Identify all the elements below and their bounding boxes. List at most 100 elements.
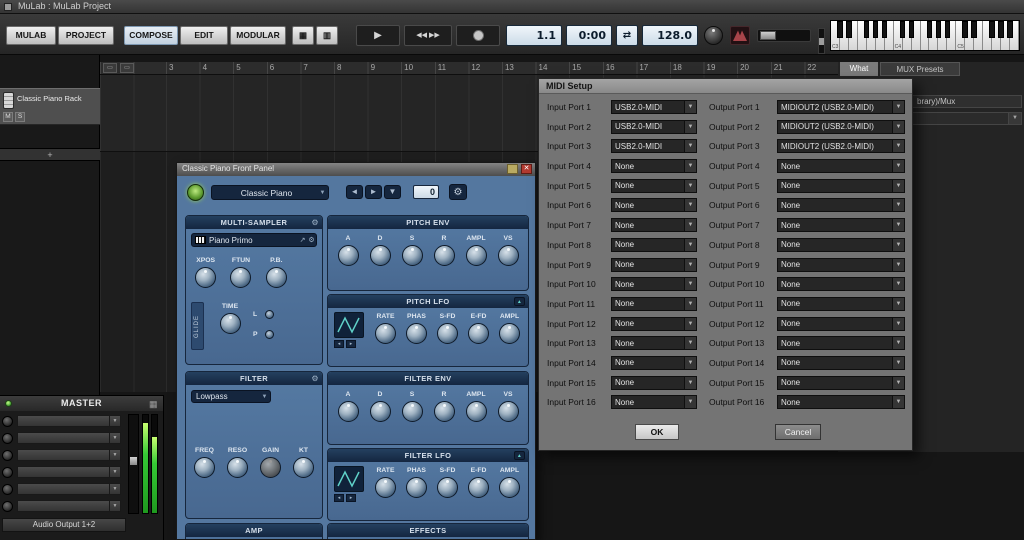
piano-black-key[interactable] — [935, 21, 942, 38]
input-port-select[interactable]: None ▼ — [611, 336, 697, 351]
output-port-select[interactable]: None ▼ — [777, 316, 905, 331]
output-port-select[interactable]: MIDIOUT2 (USB2.0-MIDI) ▼ — [777, 100, 905, 114]
output-port-select[interactable]: None ▼ — [777, 336, 905, 351]
record-button[interactable] — [456, 25, 500, 46]
dropdown-arrow-icon[interactable]: ▼ — [892, 219, 904, 232]
output-port-select[interactable]: None ▼ — [777, 237, 905, 252]
channel-knob[interactable] — [2, 415, 13, 427]
channel-knob[interactable] — [2, 500, 13, 512]
fader-handle[interactable] — [130, 457, 137, 465]
output-port-select[interactable]: None ▼ — [777, 218, 905, 233]
mute-button[interactable]: M — [3, 112, 13, 122]
keyboard-scroll-slider[interactable] — [818, 28, 825, 54]
piano-black-key[interactable] — [899, 21, 906, 38]
wave-prev-button[interactable]: ◂ — [334, 494, 344, 502]
dropdown-arrow-icon[interactable]: ▼ — [109, 484, 120, 494]
mulab-menu-button[interactable]: MULAB — [6, 26, 56, 45]
front-panel-titlebar[interactable]: Classic Piano Front Panel ✕ — [177, 163, 535, 176]
dropdown-arrow-icon[interactable]: ▼ — [684, 258, 696, 271]
output-port-select[interactable]: None ▼ — [777, 257, 905, 272]
mixer-view-icon[interactable]: ▥ — [316, 26, 338, 45]
piano-black-key[interactable] — [908, 21, 915, 38]
modular-tab-button[interactable]: MODULAR — [230, 26, 286, 45]
env-knob[interactable] — [497, 245, 519, 266]
master-fader[interactable] — [128, 414, 139, 514]
track-name[interactable]: Classic Piano Rack — [17, 94, 98, 103]
input-port-select[interactable]: None ▼ — [611, 296, 697, 311]
lfo-waveform-display[interactable] — [334, 466, 364, 492]
env-knob[interactable] — [369, 245, 391, 266]
dropdown-arrow-icon[interactable]: ▼ — [892, 278, 904, 291]
input-port-select[interactable]: USB2.0-MIDI ▼ — [611, 119, 697, 134]
slider-handle[interactable] — [760, 31, 776, 40]
wave-next-button[interactable]: ▸ — [346, 494, 356, 502]
dropdown-arrow-icon[interactable]: ▼ — [892, 317, 904, 330]
piano-black-key[interactable] — [971, 21, 977, 38]
channel-knob[interactable] — [2, 466, 13, 478]
output-port-select[interactable]: MIDIOUT2 (USB2.0-MIDI) ▼ — [777, 119, 905, 134]
env-knob[interactable] — [465, 245, 487, 266]
lfo-knob[interactable] — [375, 477, 396, 498]
output-port-select[interactable]: None ▼ — [777, 395, 905, 410]
loop-toggle-icon[interactable]: ⇄ — [616, 25, 638, 46]
timeline-ruler[interactable]: ▭ ▭ 34567891011121314151617181920212223 — [100, 62, 838, 75]
input-port-select[interactable]: None ▼ — [611, 178, 697, 193]
dropdown-arrow-icon[interactable]: ▼ — [1008, 113, 1021, 124]
dropdown-arrow-icon[interactable]: ▼ — [109, 467, 120, 477]
close-button[interactable]: ✕ — [521, 164, 532, 174]
tab-mux-presets[interactable]: MUX Presets — [880, 62, 960, 76]
input-port-select[interactable]: None ▼ — [611, 395, 697, 410]
lfo-wave-icon[interactable]: ▲ — [514, 451, 525, 460]
channel-select[interactable]: ▼ — [17, 483, 121, 495]
lfo-knob[interactable] — [468, 477, 489, 498]
lfo-knob[interactable] — [499, 323, 520, 344]
dropdown-arrow-icon[interactable]: ▼ — [892, 356, 904, 369]
ok-button[interactable]: OK — [635, 424, 679, 440]
env-knob[interactable] — [401, 245, 423, 266]
output-port-select[interactable]: MIDIOUT2 (USB2.0-MIDI) ▼ — [777, 139, 905, 154]
project-menu-button[interactable]: PROJECT — [58, 26, 114, 45]
env-knob[interactable] — [497, 401, 519, 422]
lfo-knob[interactable] — [468, 323, 489, 344]
input-port-select[interactable]: None ▼ — [611, 355, 697, 370]
output-port-select[interactable]: None ▼ — [777, 355, 905, 370]
legato-toggle[interactable] — [265, 309, 274, 319]
piano-black-key[interactable] — [881, 21, 888, 38]
settings-gear-button[interactable]: ⚙ — [449, 184, 467, 200]
channel-select[interactable]: ▼ — [17, 449, 121, 461]
xpos-knob[interactable] — [195, 267, 217, 288]
dropdown-arrow-icon[interactable]: ▼ — [684, 238, 696, 251]
track-row[interactable]: Classic Piano Rack M S — [0, 88, 100, 125]
dropdown-arrow-icon[interactable]: ▼ — [684, 140, 696, 153]
lfo-knob[interactable] — [499, 477, 520, 498]
preset-selector[interactable]: Classic Piano ▼ — [211, 185, 329, 200]
power-button[interactable] — [187, 184, 204, 201]
dropdown-arrow-icon[interactable]: ▼ — [892, 199, 904, 212]
piano-black-key[interactable] — [1007, 21, 1013, 38]
piano-black-key[interactable] — [998, 21, 1004, 38]
input-port-select[interactable]: None ▼ — [611, 257, 697, 272]
midi-setup-titlebar[interactable]: MIDI Setup — [539, 79, 912, 94]
lfo-knob[interactable] — [437, 323, 458, 344]
lfo-knob[interactable] — [437, 477, 458, 498]
lfo-knob[interactable] — [406, 323, 427, 344]
pianoroll-view-icon[interactable]: ▦ — [292, 26, 314, 45]
minimize-button[interactable] — [507, 164, 518, 174]
ruler-tool-icon[interactable]: ▭ — [103, 63, 117, 73]
power-led-icon[interactable] — [5, 400, 12, 407]
input-port-select[interactable]: None ▼ — [611, 375, 697, 390]
input-port-select[interactable]: None ▼ — [611, 316, 697, 331]
piano-black-key[interactable] — [872, 21, 879, 38]
lfo-waveform-display[interactable] — [334, 312, 364, 338]
ftun-knob[interactable] — [230, 267, 252, 288]
cancel-button[interactable]: Cancel — [775, 424, 821, 440]
input-port-select[interactable]: None ▼ — [611, 277, 697, 292]
filter-mode-selector[interactable]: Lowpass ▼ — [191, 390, 271, 403]
position-bars-display[interactable]: 1.1 — [506, 25, 562, 46]
edit-counter-display[interactable]: 0 — [413, 185, 439, 199]
rewind-forward-buttons[interactable]: ◀◀ ▶▶ — [404, 25, 452, 46]
input-port-select[interactable]: None ▼ — [611, 198, 697, 213]
output-level-slider[interactable] — [757, 29, 811, 42]
env-knob[interactable] — [337, 245, 359, 266]
env-knob[interactable] — [337, 401, 359, 422]
